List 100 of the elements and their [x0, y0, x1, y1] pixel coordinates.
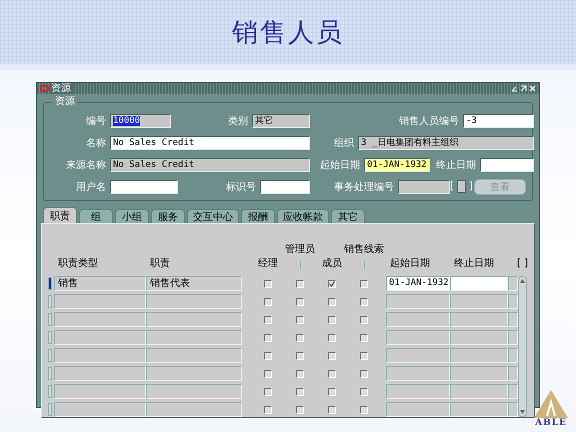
table-cell[interactable]: 01-JAN-1932 — [386, 276, 450, 291]
checkbox[interactable] — [296, 388, 304, 396]
scrollbar[interactable] — [518, 276, 527, 417]
checkbox[interactable] — [264, 388, 272, 396]
checkbox[interactable] — [264, 370, 272, 378]
checkbox[interactable] — [360, 388, 368, 396]
tab[interactable]: 交互中心 — [187, 209, 239, 223]
input-field[interactable]: No Sales Credit — [110, 136, 310, 150]
table-cell[interactable] — [450, 312, 508, 327]
input-field[interactable]: 10000 — [110, 114, 171, 128]
input-field[interactable] — [260, 180, 310, 194]
checkbox[interactable] — [328, 406, 336, 414]
table-cell[interactable] — [450, 402, 508, 417]
checkbox[interactable] — [328, 280, 336, 288]
checkbox[interactable] — [328, 370, 336, 378]
table-cell[interactable] — [450, 330, 508, 345]
checkbox[interactable] — [264, 316, 272, 324]
tab[interactable]: 职责 — [43, 207, 77, 223]
table-cell[interactable] — [508, 312, 518, 327]
checkbox[interactable] — [296, 298, 304, 306]
table-cell[interactable] — [508, 366, 518, 381]
table-cell[interactable] — [508, 276, 518, 291]
scroll-up-icon[interactable] — [520, 279, 525, 283]
scroll-down-icon[interactable] — [520, 410, 525, 414]
table-cell[interactable] — [54, 348, 146, 363]
input-field[interactable] — [456, 180, 466, 193]
table-cell[interactable] — [386, 384, 450, 399]
input-field[interactable] — [480, 158, 534, 172]
table-cell[interactable] — [450, 348, 508, 363]
table-cell[interactable] — [450, 276, 508, 291]
table-cell[interactable] — [146, 312, 242, 327]
tab[interactable]: 服务 — [151, 209, 185, 223]
table-cell[interactable] — [508, 348, 518, 363]
checkbox[interactable] — [360, 352, 368, 360]
maximize-icon[interactable] — [520, 85, 527, 92]
table-cell[interactable]: 销售 — [54, 276, 146, 291]
table-cell[interactable] — [54, 330, 146, 345]
table-cell[interactable] — [54, 402, 146, 417]
table-cell[interactable] — [386, 330, 450, 345]
checkbox[interactable] — [360, 334, 368, 342]
table-cell[interactable] — [508, 294, 518, 309]
table-cell[interactable] — [450, 366, 508, 381]
field-label: 标识号 — [225, 180, 257, 194]
table-cell[interactable] — [450, 294, 508, 309]
checkbox[interactable] — [360, 280, 368, 288]
table-cell[interactable] — [386, 402, 450, 417]
input-field[interactable]: -3 — [463, 114, 534, 128]
table-cell[interactable] — [54, 294, 146, 309]
table-cell[interactable] — [54, 366, 146, 381]
input-field[interactable]: 01-JAN-1932 — [364, 158, 430, 172]
tab[interactable]: 组 — [79, 209, 113, 223]
tab[interactable]: 小组 — [115, 209, 149, 223]
checkbox[interactable] — [264, 406, 272, 414]
table-cell[interactable] — [146, 366, 242, 381]
table-cell[interactable] — [386, 348, 450, 363]
input-field[interactable] — [110, 180, 178, 194]
table-cell[interactable]: 销售代表 — [146, 276, 242, 291]
table-cell[interactable] — [386, 366, 450, 381]
table-cell[interactable] — [146, 384, 242, 399]
input-field[interactable]: 3 _日电集团有料主组织 — [358, 136, 534, 150]
table-cell[interactable] — [146, 402, 242, 417]
input-field[interactable]: No Sales Credit — [110, 158, 310, 172]
checkbox[interactable] — [264, 298, 272, 306]
checkbox[interactable] — [328, 352, 336, 360]
checkbox[interactable] — [296, 316, 304, 324]
checkbox[interactable] — [328, 388, 336, 396]
checkbox[interactable] — [360, 370, 368, 378]
checkbox[interactable] — [328, 316, 336, 324]
checkbox[interactable] — [296, 352, 304, 360]
table-cell[interactable] — [146, 348, 242, 363]
close-icon[interactable] — [529, 85, 536, 92]
checkbox[interactable] — [296, 370, 304, 378]
table-cell[interactable] — [508, 402, 518, 417]
table-cell[interactable] — [508, 384, 518, 399]
table-cell[interactable] — [54, 312, 146, 327]
tab[interactable]: 应收帐款 — [277, 209, 329, 223]
checkbox[interactable] — [328, 298, 336, 306]
minimize-icon[interactable] — [511, 85, 518, 92]
table-cell[interactable] — [146, 294, 242, 309]
tab[interactable]: 报酬 — [241, 209, 275, 223]
table-cell[interactable] — [386, 312, 450, 327]
checkbox[interactable] — [296, 406, 304, 414]
input-field[interactable]: 其它 — [252, 114, 310, 128]
checkbox[interactable] — [328, 334, 336, 342]
checkbox[interactable] — [264, 334, 272, 342]
table-cell[interactable] — [386, 294, 450, 309]
table-cell[interactable] — [508, 330, 518, 345]
record-indicator[interactable] — [48, 277, 52, 290]
tab[interactable]: 其它 — [331, 209, 365, 223]
checkbox[interactable] — [296, 280, 304, 288]
checkbox[interactable] — [296, 334, 304, 342]
checkbox[interactable] — [264, 280, 272, 288]
table-cell[interactable] — [54, 384, 146, 399]
input-field[interactable] — [398, 180, 450, 194]
table-cell[interactable] — [450, 384, 508, 399]
checkbox[interactable] — [360, 406, 368, 414]
checkbox[interactable] — [264, 352, 272, 360]
checkbox[interactable] — [360, 298, 368, 306]
table-cell[interactable] — [146, 330, 242, 345]
checkbox[interactable] — [360, 316, 368, 324]
